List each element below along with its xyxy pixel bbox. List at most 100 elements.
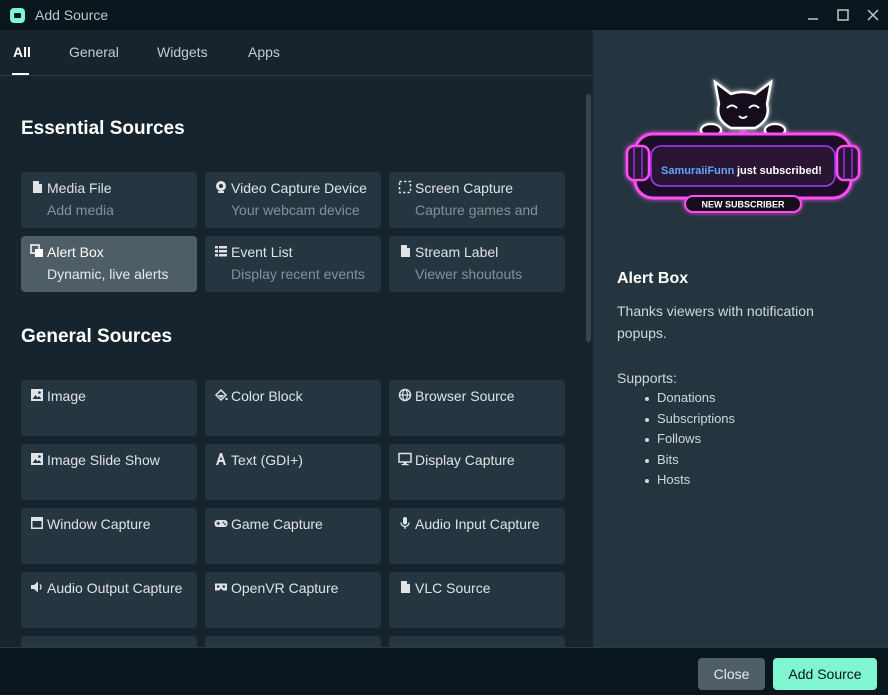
list-item: Bits [644, 452, 735, 473]
source-detail-pane: SamuraiiFunn just subscribed! NEW SUBSCR… [593, 30, 888, 647]
source-card-partial[interactable] [389, 636, 565, 647]
stream-label-icon [401, 245, 410, 257]
source-card-partial[interactable] [205, 636, 381, 647]
source-card-text-gdi[interactable]: Text (GDI+) [205, 444, 381, 500]
window-icon [31, 517, 43, 529]
add-source-button[interactable]: Add Source [773, 658, 877, 690]
title-bar: Add Source [0, 0, 888, 30]
preview-username: SamuraiiFunn [661, 165, 735, 177]
card-description: Viewer shoutouts [415, 266, 523, 282]
gamepad-icon [214, 520, 228, 527]
card-description: Dynamic, live alerts [47, 266, 169, 282]
card-description: Display recent events [231, 266, 365, 282]
text-icon [216, 453, 226, 465]
card-title: Display Capture [415, 452, 515, 468]
source-card-game-capture[interactable]: Game Capture [205, 508, 381, 564]
active-tab-indicator [12, 73, 29, 75]
window-controls [798, 0, 888, 30]
card-title: Window Capture [47, 516, 151, 532]
card-description: Capture games and [415, 202, 538, 218]
preview-message: just subscribed! [736, 165, 822, 177]
card-title: VLC Source [415, 580, 491, 596]
window-title: Add Source [35, 7, 109, 23]
image-icon [31, 389, 43, 401]
tab-widgets[interactable]: Widgets [157, 44, 208, 60]
card-title: Stream Label [415, 244, 499, 260]
card-title: Color Block [231, 388, 303, 404]
close-icon [867, 9, 879, 21]
alert-box-icon [30, 244, 43, 257]
monitor-icon [398, 452, 412, 466]
card-title: Text (GDI+) [231, 452, 303, 468]
card-title: Screen Capture [415, 180, 514, 196]
list-item: Donations [644, 390, 735, 411]
detail-description: Thanks viewers with notification popups. [617, 303, 814, 341]
list-item: Subscriptions [644, 411, 735, 432]
speaker-icon [31, 581, 42, 593]
maximize-button[interactable] [828, 0, 858, 30]
card-title: Event List [231, 244, 293, 260]
source-card-openvr-capture[interactable]: OpenVR Capture [205, 572, 381, 628]
card-title: Audio Output Capture [47, 580, 183, 596]
preview-banner: NEW SUBSCRIBER [701, 200, 785, 210]
slideshow-icon [31, 453, 43, 465]
source-card-media-file[interactable]: Media File Add media [21, 172, 197, 228]
maximize-icon [837, 9, 849, 21]
source-card-audio-output-capture[interactable]: Audio Output Capture [21, 572, 197, 628]
close-window-button[interactable] [858, 0, 888, 30]
globe-icon [398, 388, 412, 402]
source-card-display-capture[interactable]: Display Capture [389, 444, 565, 500]
minimize-icon [808, 18, 818, 20]
source-card-partial[interactable] [21, 636, 197, 647]
scrollbar[interactable] [586, 94, 591, 342]
detail-title: Alert Box [617, 270, 689, 287]
source-card-image[interactable]: Image [21, 380, 197, 436]
file-icon [401, 581, 410, 593]
vr-headset-icon [215, 583, 227, 591]
card-description: Add media [47, 202, 114, 218]
close-button[interactable]: Close [698, 658, 765, 690]
alert-box-preview-image: SamuraiiFunn just subscribed! NEW SUBSCR… [625, 79, 861, 213]
source-card-alert-box[interactable]: Alert Box Dynamic, live alerts [21, 236, 197, 292]
source-card-image-slide-show[interactable]: Image Slide Show [21, 444, 197, 500]
list-item: Hosts [644, 472, 735, 493]
media-file-icon [33, 181, 42, 193]
source-card-browser-source[interactable]: Browser Source [389, 380, 565, 436]
list-item: Follows [644, 431, 735, 452]
card-title: Image Slide Show [47, 452, 160, 468]
source-card-audio-input-capture[interactable]: Audio Input Capture [389, 508, 565, 564]
essential-sources-heading: Essential Sources [21, 118, 185, 139]
tab-apps[interactable]: Apps [248, 44, 280, 60]
tab-all[interactable]: All [13, 44, 31, 60]
source-card-screen-capture[interactable]: Screen Capture Capture games and [389, 172, 565, 228]
general-sources-heading: General Sources [21, 326, 173, 347]
card-title: Alert Box [47, 244, 104, 260]
source-card-color-block[interactable]: Color Block [205, 380, 381, 436]
source-list-pane: All General Widgets Apps Essential Sourc… [0, 30, 593, 647]
microphone-icon [400, 517, 410, 529]
card-title: OpenVR Capture [231, 580, 339, 596]
card-title: Browser Source [415, 388, 515, 404]
supports-label: Supports: [617, 370, 677, 386]
card-title: Game Capture [231, 516, 323, 532]
card-title: Media File [47, 180, 112, 196]
card-title: Audio Input Capture [415, 516, 540, 532]
tab-general[interactable]: General [69, 44, 119, 60]
webcam-icon [216, 181, 226, 193]
card-title: Video Capture Device [231, 180, 367, 196]
source-card-event-list[interactable]: Event List Display recent events [205, 236, 381, 292]
source-card-vlc-source[interactable]: VLC Source [389, 572, 565, 628]
dialog-footer: Close Add Source [0, 647, 888, 695]
supports-list: Donations Subscriptions Follows Bits Hos… [644, 390, 735, 493]
screen-capture-icon [398, 180, 412, 194]
paint-bucket-icon [214, 388, 228, 402]
minimize-button[interactable] [798, 0, 828, 30]
filter-tabs: All General Widgets Apps [0, 30, 593, 76]
source-card-window-capture[interactable]: Window Capture [21, 508, 197, 564]
card-description: Your webcam device [231, 202, 360, 218]
event-list-icon [215, 246, 227, 257]
app-logo-icon [10, 7, 25, 23]
source-card-stream-label[interactable]: Stream Label Viewer shoutouts [389, 236, 565, 292]
source-card-video-capture-device[interactable]: Video Capture Device Your webcam device [205, 172, 381, 228]
card-title: Image [47, 388, 86, 404]
